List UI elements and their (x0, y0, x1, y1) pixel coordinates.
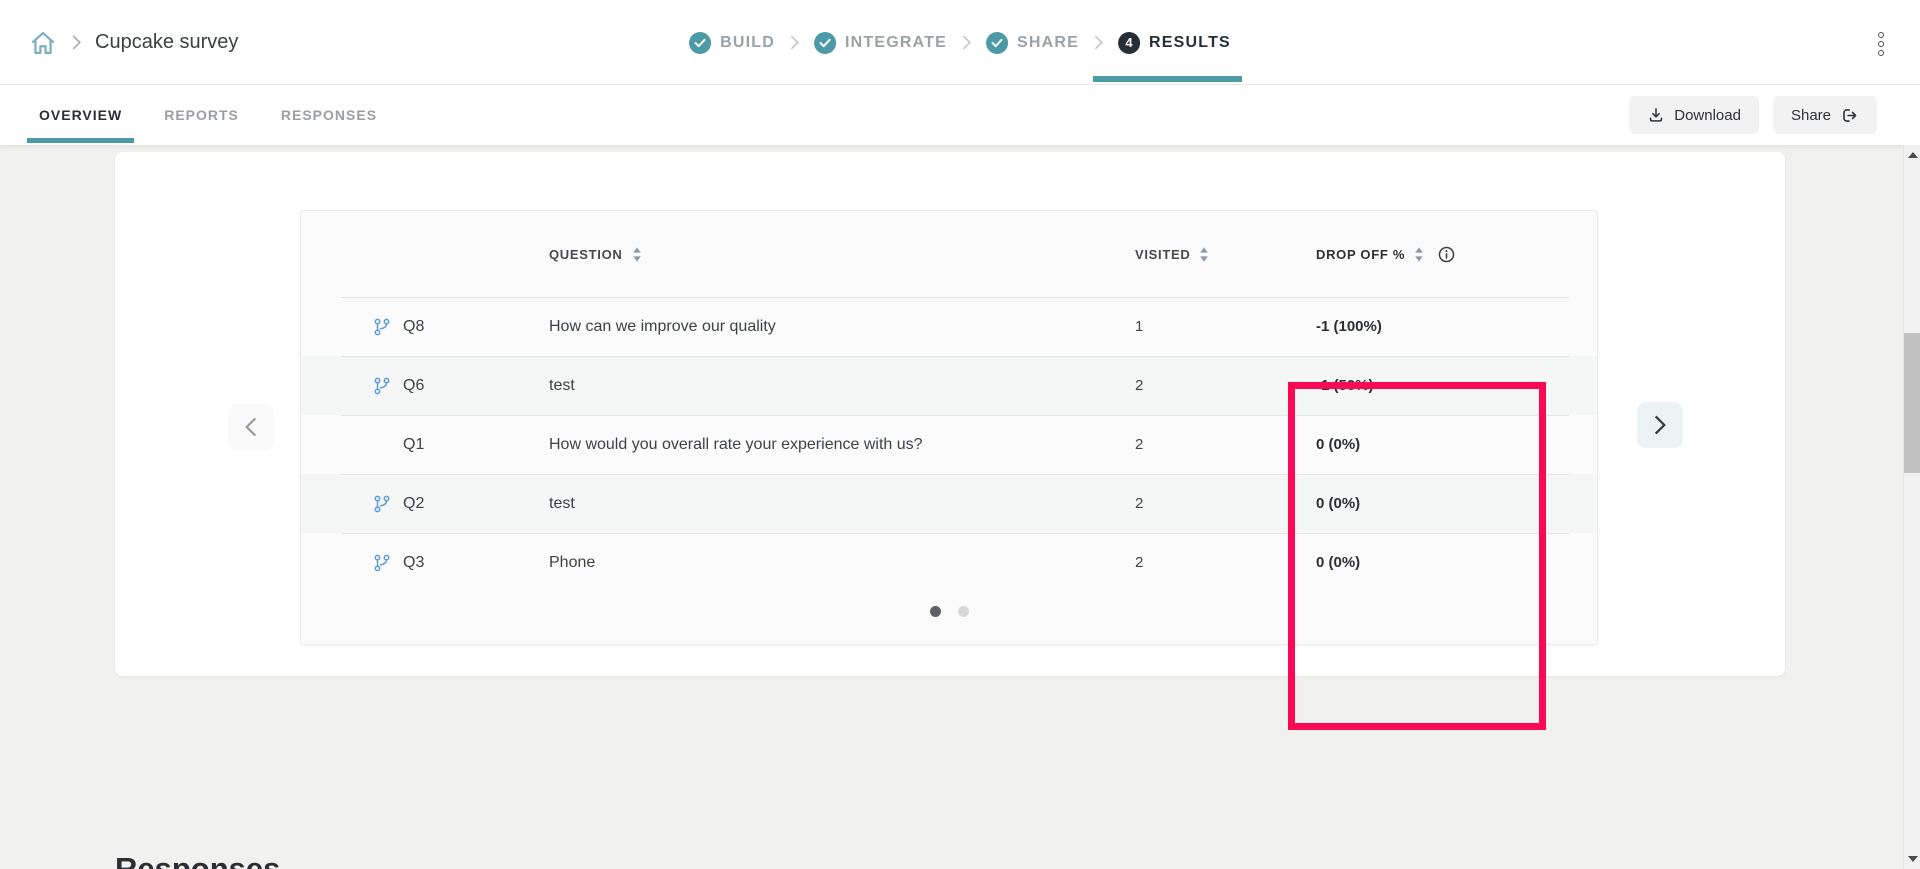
kebab-menu-icon[interactable] (1876, 30, 1886, 58)
dropoff-value: 0 (0%) (1316, 554, 1597, 571)
chevron-right-icon (790, 35, 799, 50)
survey-title: Cupcake survey (95, 31, 238, 54)
question-id: Q6 (403, 377, 549, 395)
table-body: Q8How can we improve our quality1-1 (100… (301, 297, 1597, 592)
step-label: INTEGRATE (845, 34, 947, 52)
logic-branch-icon (301, 495, 403, 513)
question-text: test (549, 377, 1135, 395)
chevron-right-icon (1094, 35, 1103, 50)
question-id: Q8 (403, 318, 549, 336)
dropoff-value: -1 (100%) (1316, 318, 1597, 335)
dropoff-value: -1 (50%) (1316, 377, 1597, 394)
scroll-up-arrow[interactable] (1904, 147, 1920, 163)
scrollbar-thumb[interactable] (1904, 333, 1920, 473)
question-text: Phone (549, 554, 1135, 572)
tab-responses[interactable]: RESPONSES (269, 85, 389, 145)
question-text: test (549, 495, 1135, 513)
share-export-icon (1840, 106, 1859, 125)
visited-count: 1 (1135, 318, 1316, 335)
tab-bar: OVERVIEW REPORTS RESPONSES Download Shar… (0, 85, 1920, 145)
table-row[interactable]: Q2test20 (0%) (301, 474, 1597, 533)
app-root: Cupcake survey BUILD INTEGRATE (0, 0, 1920, 869)
visited-count: 2 (1135, 554, 1316, 571)
visited-count: 2 (1135, 436, 1316, 453)
step-number-badge: 4 (1118, 32, 1140, 54)
question-id: Q1 (403, 436, 549, 454)
tab-overview[interactable]: OVERVIEW (27, 85, 134, 145)
question-text: How can we improve our quality (549, 318, 1135, 336)
column-label: DROP OFF % (1316, 247, 1405, 262)
sort-icon[interactable] (1199, 247, 1209, 262)
table-row[interactable]: Q6test2-1 (50%) (301, 356, 1597, 415)
pagination-dot[interactable] (958, 606, 969, 617)
logic-branch-icon (301, 318, 403, 336)
active-step-underline (1093, 76, 1242, 82)
dropoff-value: 0 (0%) (1316, 495, 1597, 512)
pagination (301, 606, 1597, 617)
download-icon (1647, 106, 1665, 124)
check-circle-icon (689, 32, 711, 54)
download-button[interactable]: Download (1629, 96, 1759, 134)
question-text: How would you overall rate your experien… (549, 436, 1135, 454)
table-row[interactable]: Q1How would you overall rate your experi… (301, 415, 1597, 474)
prev-page-button[interactable] (228, 404, 274, 450)
column-header-dropoff: DROP OFF % (1316, 246, 1597, 263)
column-label: QUESTION (549, 247, 623, 262)
step-label: BUILD (720, 34, 775, 52)
step-results[interactable]: 4 RESULTS (1118, 32, 1231, 54)
question-table-card: QUESTION VISITED DROP OFF % (300, 210, 1598, 645)
visited-count: 2 (1135, 377, 1316, 394)
chevron-right-icon (962, 35, 971, 50)
table-header-row: QUESTION VISITED DROP OFF % (301, 211, 1597, 297)
step-share[interactable]: SHARE (986, 32, 1079, 54)
tab-actions: Download Share (1629, 96, 1877, 134)
top-header: Cupcake survey BUILD INTEGRATE (0, 0, 1920, 85)
logic-branch-icon (301, 377, 403, 395)
column-header-question: QUESTION (549, 247, 1135, 262)
check-circle-icon (986, 32, 1008, 54)
main-content: QUESTION VISITED DROP OFF % (0, 145, 1920, 869)
chevron-right-icon (72, 35, 81, 50)
step-label: RESULTS (1149, 34, 1231, 52)
column-header-visited: VISITED (1135, 247, 1316, 262)
logic-branch-icon (301, 554, 403, 572)
tabs: OVERVIEW REPORTS RESPONSES (27, 85, 407, 145)
info-icon[interactable] (1438, 246, 1455, 263)
share-label: Share (1791, 107, 1831, 124)
share-button[interactable]: Share (1773, 96, 1877, 134)
step-build[interactable]: BUILD (689, 32, 775, 54)
responses-heading: Responses (115, 851, 280, 869)
sort-icon[interactable] (1414, 247, 1424, 262)
step-label: SHARE (1017, 34, 1079, 52)
sort-icon[interactable] (632, 247, 642, 262)
check-circle-icon (814, 32, 836, 54)
visited-count: 2 (1135, 495, 1316, 512)
table-row[interactable]: Q8How can we improve our quality1-1 (100… (301, 297, 1597, 356)
question-id: Q3 (403, 554, 549, 572)
scroll-down-arrow[interactable] (1904, 851, 1920, 867)
vertical-scrollbar (1903, 145, 1920, 869)
home-icon[interactable] (28, 28, 58, 58)
question-id: Q2 (403, 495, 549, 513)
pagination-dot[interactable] (930, 606, 941, 617)
workflow-steps: BUILD INTEGRATE SHARE 4 RESULTS (689, 0, 1231, 85)
breadcrumb: Cupcake survey (28, 0, 238, 85)
question-summary-panel: QUESTION VISITED DROP OFF % (115, 152, 1785, 676)
dropoff-value: 0 (0%) (1316, 436, 1597, 453)
tab-reports[interactable]: REPORTS (152, 85, 251, 145)
column-label: VISITED (1135, 247, 1190, 262)
step-integrate[interactable]: INTEGRATE (814, 32, 947, 54)
next-page-button[interactable] (1637, 402, 1683, 448)
download-label: Download (1674, 107, 1741, 124)
table-row[interactable]: Q3Phone20 (0%) (301, 533, 1597, 592)
